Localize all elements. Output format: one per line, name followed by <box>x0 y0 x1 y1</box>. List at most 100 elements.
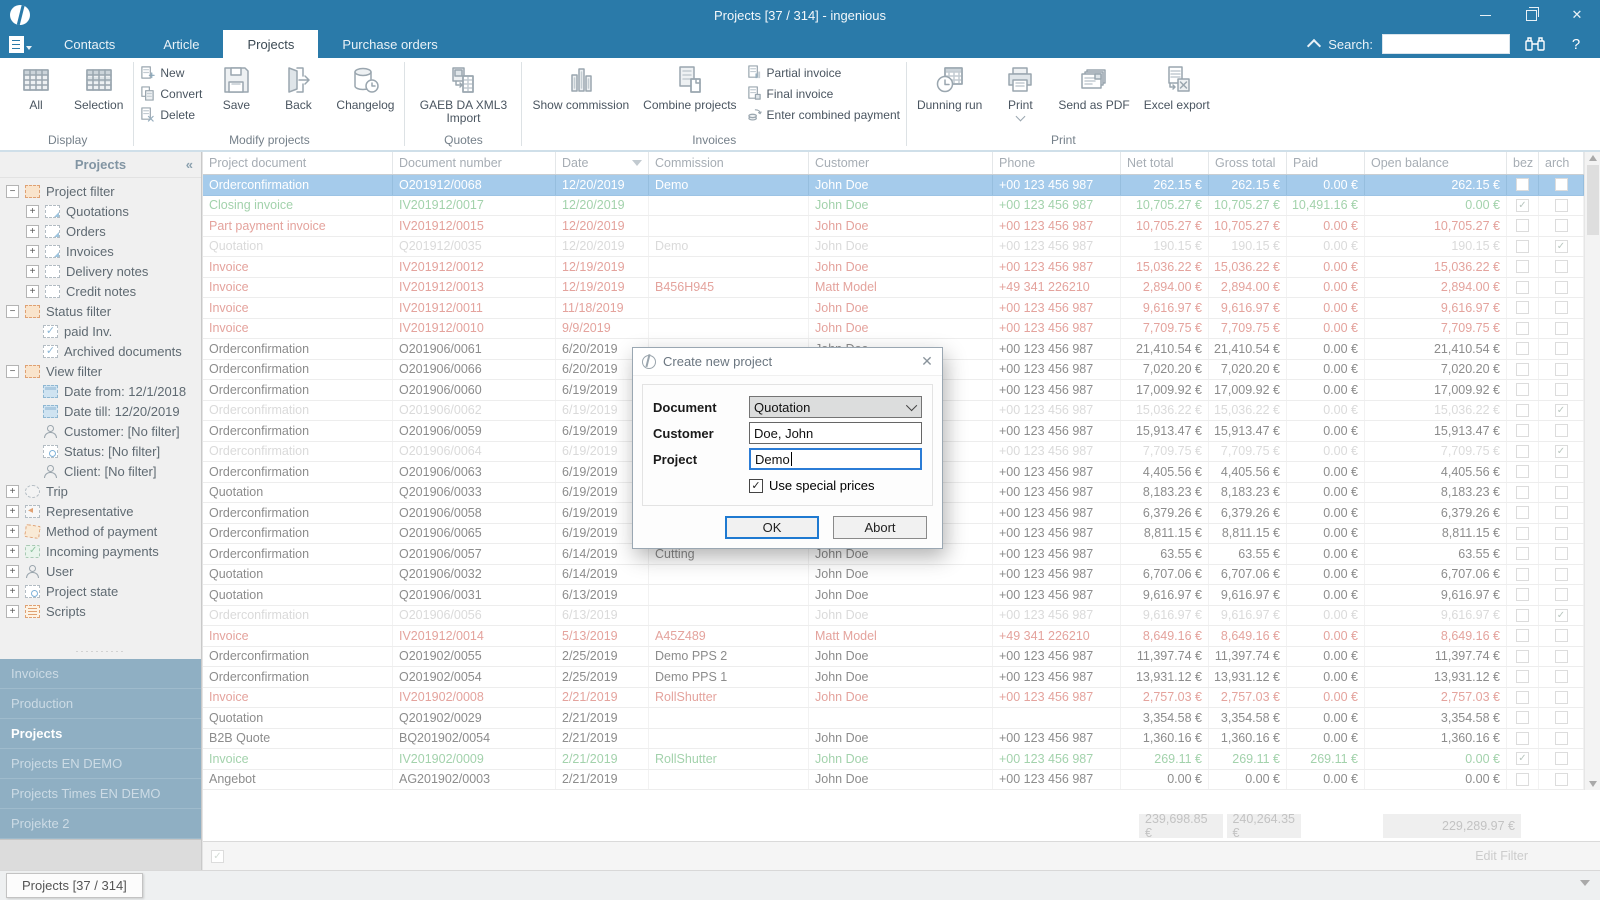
tree-item-status-filter[interactable]: − Status filter <box>0 301 201 321</box>
arch-checkbox[interactable] <box>1554 219 1568 233</box>
bez-checkbox[interactable] <box>1516 424 1529 438</box>
app-menu-button[interactable] <box>0 30 40 58</box>
bez-checkbox[interactable] <box>1516 649 1529 663</box>
table-row-iv201912-0014[interactable]: Invoice IV201912/0014 5/13/2019 A45Z489 Matt… <box>203 626 1584 647</box>
bez-checkbox[interactable] <box>1516 506 1529 520</box>
panel-button-projekte-2[interactable]: Projekte 2 <box>0 809 201 839</box>
bez-checkbox[interactable] <box>1516 670 1529 684</box>
document-type-select[interactable]: Quotation <box>749 396 922 418</box>
bez-checkbox[interactable] <box>1516 772 1529 786</box>
table-row-o201912-0068[interactable]: Orderconfirmation O201912/0068 12/20/2019 D… <box>203 175 1584 196</box>
bez-checkbox[interactable] <box>1516 567 1529 581</box>
bez-checkbox[interactable] <box>1516 321 1529 335</box>
search-input[interactable] <box>1382 34 1510 54</box>
column-header-bez[interactable]: bez <box>1507 152 1539 174</box>
convert-button[interactable]: Convert <box>140 86 202 101</box>
bez-checkbox[interactable] <box>1516 608 1529 622</box>
arch-checkbox[interactable] <box>1554 362 1568 376</box>
arch-checkbox[interactable] <box>1554 321 1568 335</box>
bez-checkbox[interactable] <box>1516 444 1529 458</box>
panel-button-invoices[interactable]: Invoices <box>0 659 201 689</box>
save-button[interactable]: Save <box>208 62 264 114</box>
arch-checkbox[interactable]: ✓ <box>1554 239 1568 253</box>
abort-button[interactable]: Abort <box>833 516 927 539</box>
arch-checkbox[interactable] <box>1554 526 1568 540</box>
final-invoice-button[interactable]: Final invoice <box>747 86 900 101</box>
table-row-iv201912-0010[interactable]: Invoice IV201912/0010 9/9/2019 John Doe +00 … <box>203 318 1584 339</box>
tree-item-credit-notes[interactable]: + Credit notes <box>0 281 201 301</box>
arch-checkbox[interactable] <box>1554 670 1568 684</box>
selection-button[interactable]: Selection <box>70 62 127 114</box>
bez-checkbox[interactable] <box>1516 178 1529 192</box>
bez-checkbox[interactable] <box>1516 711 1529 725</box>
table-row-iv201902-0009[interactable]: Invoice IV201902/0009 2/21/2019 RollShutter… <box>203 749 1584 770</box>
plus-expander-icon[interactable]: + <box>6 504 19 518</box>
column-header-net-total[interactable]: Net total <box>1121 152 1209 174</box>
arch-checkbox[interactable]: ✓ <box>1554 608 1568 622</box>
arch-checkbox[interactable]: ✓ <box>1554 444 1568 458</box>
bez-checkbox[interactable] <box>1516 731 1529 745</box>
nav-tab-contacts[interactable]: Contacts <box>40 30 139 58</box>
vertical-scrollbar[interactable] <box>1584 152 1600 790</box>
table-row-q201912-0035[interactable]: Quotation Q201912/0035 12/20/2019 Demo John … <box>203 236 1584 257</box>
arch-checkbox[interactable] <box>1554 342 1568 356</box>
arch-checkbox[interactable] <box>1554 198 1568 212</box>
tree-item-incoming-payments[interactable]: + Incoming payments <box>0 541 201 561</box>
table-row-iv201902-0008[interactable]: Invoice IV201902/0008 2/21/2019 RollShutter… <box>203 687 1584 708</box>
table-row-ag201902-0003[interactable]: Angebot AG201902/0003 2/21/2019 John Doe +00… <box>203 769 1584 790</box>
scroll-thumb[interactable] <box>1586 165 1599 235</box>
bez-checkbox[interactable] <box>1516 526 1529 540</box>
plus-expander-icon[interactable]: + <box>6 604 19 618</box>
column-header-customer[interactable]: Customer <box>809 152 993 174</box>
plus-expander-icon[interactable]: + <box>26 244 39 258</box>
tree-item-date-from-12-1-2018[interactable]: Date from: 12/1/2018 <box>0 381 201 401</box>
plus-expander-icon[interactable]: + <box>26 204 39 218</box>
arch-checkbox[interactable] <box>1554 260 1568 274</box>
arch-checkbox[interactable] <box>1554 506 1568 520</box>
tree-item-scripts[interactable]: + Scripts <box>0 601 201 621</box>
arch-checkbox[interactable] <box>1554 178 1568 192</box>
table-row-iv201912-0017[interactable]: Closing invoice IV201912/0017 12/20/2019 Jo… <box>203 195 1584 216</box>
bez-checkbox[interactable]: ✓ <box>1516 198 1529 212</box>
table-row-o201902-0055[interactable]: Orderconfirmation O201902/0055 2/25/2019 De… <box>203 646 1584 667</box>
bez-checkbox[interactable] <box>1516 588 1529 602</box>
bez-checkbox[interactable] <box>1516 219 1529 233</box>
column-header-project-document[interactable]: Project document <box>203 152 393 174</box>
partial-invoice-button[interactable]: Partial invoice <box>747 65 900 80</box>
tree-item-customer-no-filter[interactable]: Customer: [No filter] <box>0 421 201 441</box>
enter-combined-payment-button[interactable]: Enter combined payment <box>747 107 900 122</box>
tree-item-paid-inv[interactable]: paid Inv. <box>0 321 201 341</box>
table-row-iv201912-0015[interactable]: Part payment invoice IV201912/0015 12/20/2… <box>203 216 1584 237</box>
bez-checkbox[interactable] <box>1516 260 1529 274</box>
sidebar-collapse-icon[interactable]: « <box>186 157 193 172</box>
all-button[interactable]: All <box>8 62 64 114</box>
column-header-arch[interactable]: arch <box>1539 152 1584 174</box>
arch-checkbox[interactable] <box>1554 629 1568 643</box>
minus-expander-icon[interactable]: − <box>6 304 19 318</box>
column-header-commission[interactable]: Commission <box>649 152 809 174</box>
dialog-titlebar[interactable]: Create new project ✕ <box>633 348 942 376</box>
help-button[interactable]: ? <box>1560 33 1592 55</box>
arch-checkbox[interactable] <box>1554 690 1568 704</box>
minus-expander-icon[interactable]: − <box>6 184 19 198</box>
bez-checkbox[interactable] <box>1516 280 1529 294</box>
bez-checkbox[interactable] <box>1516 690 1529 704</box>
arch-checkbox[interactable]: ✓ <box>1554 403 1568 417</box>
gaeb-import-button[interactable]: GAEB DA XML3 Import <box>411 62 515 127</box>
sidebar-splitter[interactable]: ·········· <box>0 646 201 659</box>
excel-export-button[interactable]: Excel export <box>1140 62 1214 114</box>
panel-button-production[interactable]: Production <box>0 689 201 719</box>
scroll-down-icon[interactable] <box>1588 781 1597 787</box>
use-special-prices-checkbox[interactable]: ✓ <box>749 478 763 493</box>
arch-checkbox[interactable] <box>1554 383 1568 397</box>
tree-item-project-state[interactable]: + Project state <box>0 581 201 601</box>
tree-item-user[interactable]: + User <box>0 561 201 581</box>
print-button[interactable]: Print <box>992 62 1048 122</box>
dialog-close-icon[interactable]: ✕ <box>912 353 942 370</box>
bez-checkbox[interactable] <box>1516 362 1529 376</box>
column-header-open-balance[interactable]: Open balance <box>1365 152 1507 174</box>
tree-item-representative[interactable]: + Representative <box>0 501 201 521</box>
bez-checkbox[interactable] <box>1516 342 1529 356</box>
arch-checkbox[interactable] <box>1554 567 1568 581</box>
arch-checkbox[interactable] <box>1554 588 1568 602</box>
